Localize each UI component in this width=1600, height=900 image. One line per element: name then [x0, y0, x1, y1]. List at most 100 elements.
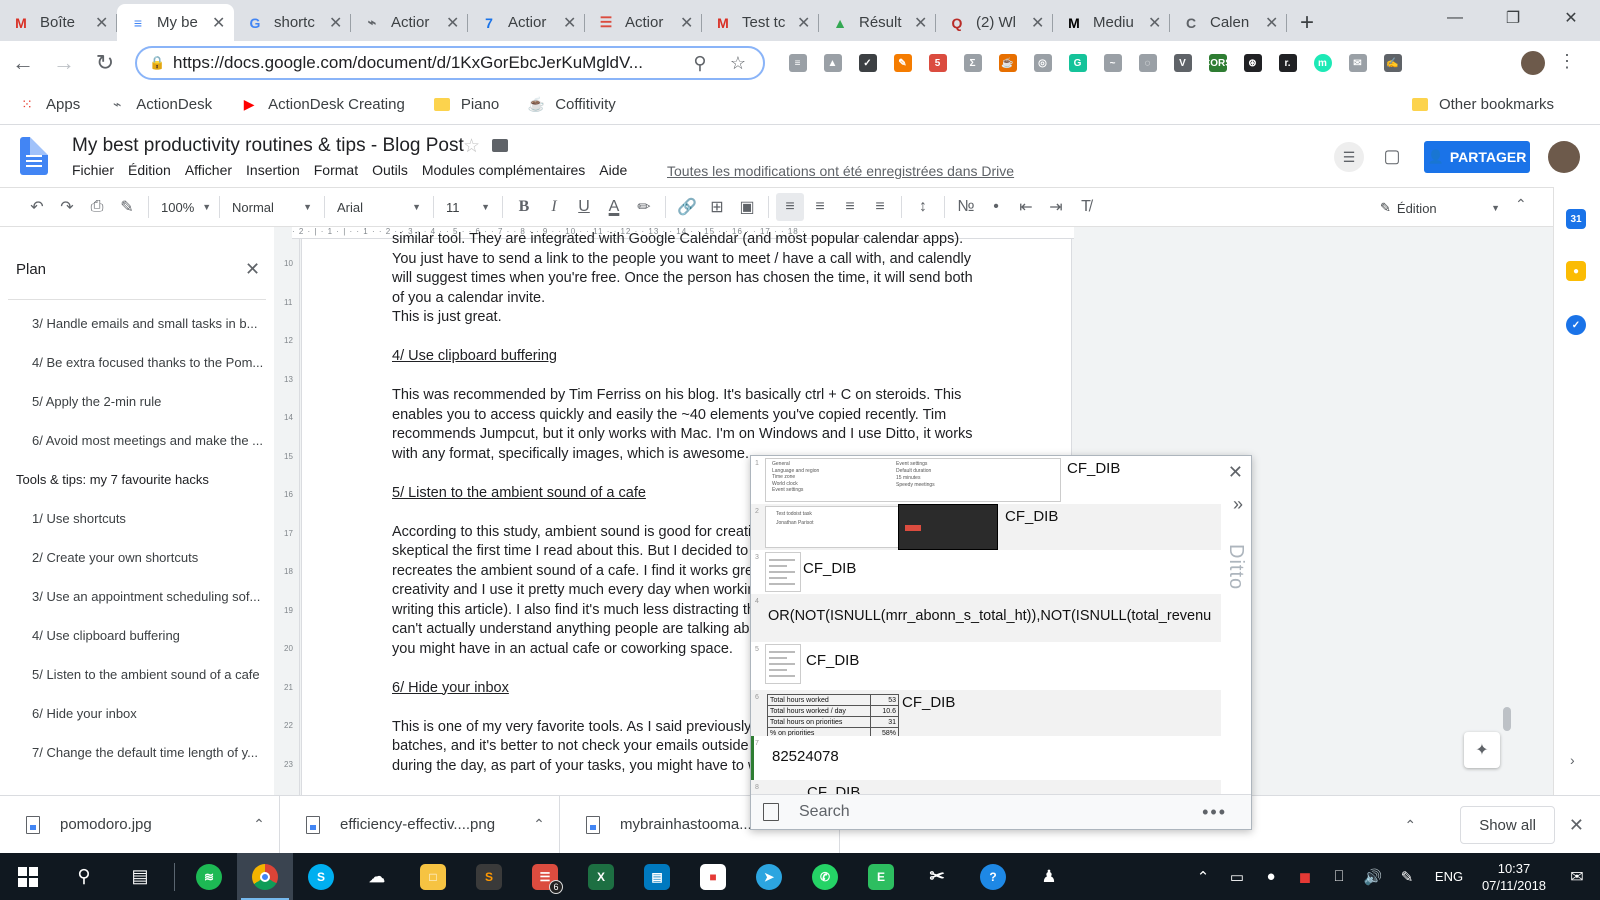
vpn-icon[interactable]: ◼	[1288, 868, 1322, 886]
section-heading[interactable]: 4/ Use clipboard buffering	[392, 347, 982, 367]
paint-format-icon[interactable]: ✎	[113, 193, 141, 221]
minimize-icon[interactable]: —	[1426, 0, 1484, 36]
clipboard-entry[interactable]: 5 CF_DIB	[751, 642, 1223, 690]
bookmark-youtube[interactable]: ▶ ActionDesk Creating	[240, 96, 405, 114]
chrome-icon[interactable]	[237, 853, 293, 900]
close-icon[interactable]: ✕	[1148, 13, 1162, 33]
insert-image-icon[interactable]: ▣	[733, 193, 761, 221]
underline-icon[interactable]: U	[570, 193, 598, 221]
mailtrack-extension-icon[interactable]: ✉	[1340, 49, 1375, 77]
close-icon[interactable]: ✕	[1228, 462, 1243, 483]
increase-indent-icon[interactable]: ⇥	[1042, 193, 1070, 221]
clipboard-entry[interactable]: 1 General Language and region Time zone Worl…	[751, 456, 1223, 504]
help-icon[interactable]: ?	[965, 853, 1021, 900]
outline-item[interactable]: 4/ Use clipboard buffering	[32, 628, 264, 643]
style-select[interactable]: Normal ▼	[226, 193, 318, 221]
address-url[interactable]: https://docs.google.com/document/d/1KxGo…	[173, 53, 675, 73]
menu-item[interactable]: Insertion	[246, 162, 300, 178]
ghostery-extension-icon[interactable]: ◎	[1025, 49, 1060, 77]
network-icon[interactable]: ⎕	[1322, 868, 1356, 885]
menu-item[interactable]: Édition	[128, 162, 171, 178]
people-icon[interactable]: ♟	[1021, 853, 1077, 900]
decrease-indent-icon[interactable]: ⇤	[1012, 193, 1040, 221]
close-icon[interactable]: ✕	[914, 13, 928, 33]
menu-item[interactable]: Aide	[599, 162, 627, 178]
profile-avatar[interactable]	[1521, 51, 1545, 75]
align-right-icon[interactable]: ≡	[836, 193, 864, 221]
browser-tab[interactable]: M Mediu ✕	[1053, 4, 1170, 41]
close-window-icon[interactable]: ✕	[1542, 0, 1600, 36]
calendar-icon[interactable]: 31	[1566, 209, 1586, 229]
chrome-menu-icon[interactable]: ⋮	[1558, 51, 1576, 72]
scrollbar-thumb[interactable]	[1503, 707, 1511, 731]
expand-icon[interactable]: »	[1233, 494, 1243, 515]
cors-extension-icon[interactable]: CORS	[1200, 49, 1235, 77]
clipboard-entry[interactable]: 6 Total hours worked 53 Total hours worked …	[751, 690, 1223, 736]
sigma-extension-icon[interactable]: Σ	[955, 49, 990, 77]
clock[interactable]: 10:37 07/11/2018	[1474, 860, 1554, 894]
body-line[interactable]: enables you to access quickly and easily…	[392, 406, 982, 426]
close-icon[interactable]: ✕	[680, 13, 694, 33]
reload-icon[interactable]: ↻	[87, 45, 123, 81]
onedrive-icon[interactable]: ●	[1254, 868, 1288, 885]
todoist-extension-icon[interactable]: 5	[920, 49, 955, 77]
body-line[interactable]: will suggest times when you're free. Onc…	[392, 269, 982, 289]
skype-icon[interactable]: S	[293, 853, 349, 900]
close-icon[interactable]: ✕	[329, 13, 343, 33]
italic-icon[interactable]: I	[540, 193, 568, 221]
sublime-icon[interactable]: S	[461, 853, 517, 900]
star-icon[interactable]: ☆	[463, 135, 480, 158]
readwise-extension-icon[interactable]: r.	[1270, 49, 1305, 77]
body-line[interactable]: This was recommended by Tim Ferriss on h…	[392, 386, 982, 406]
line-spacing-icon[interactable]: ↕	[909, 193, 937, 221]
bookmark-coffitivity[interactable]: ☕ Coffitivity	[527, 96, 615, 114]
browser-tab[interactable]: M Boîte ✕	[0, 4, 117, 41]
excel-icon[interactable]: X	[573, 853, 629, 900]
move-folder-icon[interactable]	[492, 139, 508, 152]
back-arrow-icon[interactable]: ←	[5, 45, 41, 81]
browser-tab[interactable]: ☰ Actior ✕	[585, 4, 702, 41]
bookmark-folder[interactable]: Piano	[433, 96, 499, 114]
body-line[interactable]: recommends Jumpcut, but it only works wi…	[392, 425, 982, 445]
eyedropper-extension-icon[interactable]: ✎	[885, 49, 920, 77]
battery-icon[interactable]: ▭	[1220, 868, 1254, 886]
soundcloud-icon[interactable]: ☁	[349, 853, 405, 900]
highlight-icon[interactable]: ✏	[630, 193, 658, 221]
address-bar[interactable]: 🔒 https://docs.google.com/document/d/1Kx…	[135, 46, 765, 80]
close-icon[interactable]: ✕	[1569, 815, 1584, 836]
share-button[interactable]: 👤 PARTAGER	[1424, 141, 1530, 173]
download-item[interactable]: efficiency-effectiv....png ⌃	[280, 795, 560, 854]
buffer-extension-icon[interactable]: ≡	[780, 49, 815, 77]
collapse-menus-icon[interactable]: ⌃	[1515, 196, 1527, 213]
menu-item[interactable]: Outils	[372, 162, 408, 178]
clipboard-entry[interactable]: 4 OR(NOT(ISNULL(mrr_abonn_s_total_ht)),NO…	[751, 594, 1223, 642]
ditto-search-input[interactable]: Search	[799, 803, 1202, 821]
text-color-icon[interactable]: A	[600, 193, 628, 221]
redo-icon[interactable]: ↷	[53, 193, 81, 221]
bold-icon[interactable]: B	[510, 193, 538, 221]
document-title[interactable]: My best productivity routines & tips - B…	[72, 135, 464, 157]
body-line[interactable]: of you a calendar invite.	[392, 289, 982, 309]
menu-item[interactable]: Afficher	[185, 162, 232, 178]
save-status[interactable]: Toutes les modifications ont été enregis…	[667, 163, 1014, 179]
chevron-up-icon[interactable]: ⌃	[1390, 817, 1430, 834]
bookmark-apps-grid[interactable]: ⁙ Apps	[18, 96, 80, 114]
numbered-list-icon[interactable]: №	[952, 193, 980, 221]
bookmark-star-icon[interactable]: ☆	[725, 53, 751, 74]
chat-extension-icon[interactable]: ◌	[1130, 49, 1165, 77]
link-icon[interactable]: 🔗	[673, 193, 701, 221]
mixmax-extension-icon[interactable]: m	[1305, 49, 1340, 77]
chevron-right-icon[interactable]: ›	[1570, 752, 1575, 768]
language-indicator[interactable]: ENG	[1424, 869, 1474, 884]
wave-extension-icon[interactable]: ~	[1095, 49, 1130, 77]
clear-formatting-icon[interactable]: T̸	[1072, 193, 1100, 221]
close-icon[interactable]: ✕	[212, 13, 226, 33]
chevron-up-icon[interactable]: ⌃	[519, 816, 559, 833]
print-icon[interactable]: ⎙	[83, 193, 111, 221]
pen-icon[interactable]: ✎	[1390, 868, 1424, 886]
add-comment-icon[interactable]: ⊞	[703, 193, 731, 221]
close-icon[interactable]: ✕	[95, 13, 109, 33]
forward-arrow-icon[interactable]: →	[46, 45, 82, 81]
other-bookmarks[interactable]: Other bookmarks	[1411, 95, 1554, 113]
browser-tab[interactable]: ▲ Résult ✕	[819, 4, 936, 41]
